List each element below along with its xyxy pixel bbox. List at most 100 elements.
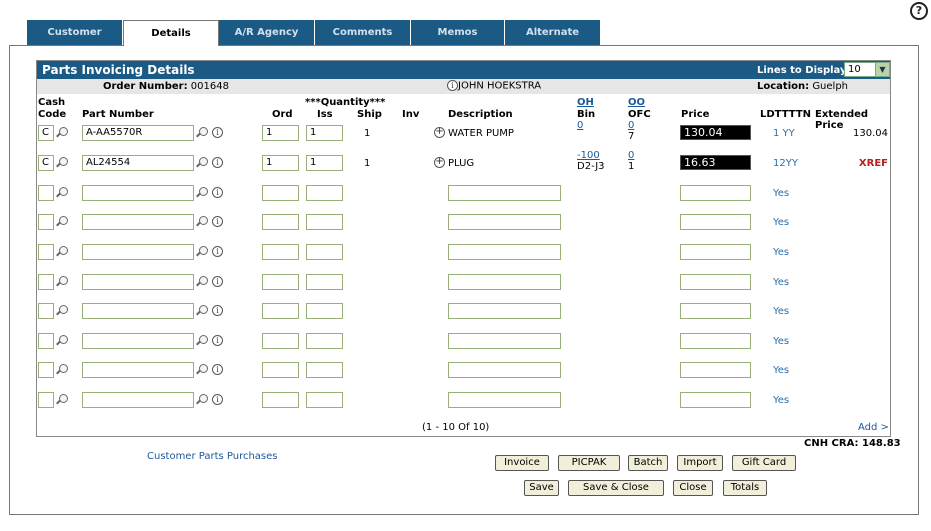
help-icon[interactable]: ? — [910, 2, 928, 20]
iss-input[interactable] — [306, 333, 343, 349]
search-icon[interactable] — [195, 216, 208, 228]
ldtttn-value[interactable]: Yes — [773, 395, 789, 406]
description-input[interactable] — [448, 214, 561, 230]
customer-parts-purchases-link[interactable]: Customer Parts Purchases — [147, 451, 278, 462]
iss-input[interactable] — [306, 185, 343, 201]
add-link[interactable]: Add > — [858, 422, 889, 433]
info-icon[interactable]: i — [212, 394, 223, 405]
info-icon[interactable]: i — [212, 187, 223, 198]
info-icon[interactable]: i — [212, 276, 223, 287]
import-button[interactable]: Import — [677, 455, 723, 471]
save-button[interactable]: Save — [524, 480, 559, 496]
description-input[interactable] — [448, 333, 561, 349]
ord-input[interactable] — [262, 274, 299, 290]
save-close-button[interactable]: Save & Close — [568, 480, 664, 496]
search-icon[interactable] — [195, 127, 208, 139]
part-number-input[interactable] — [82, 392, 194, 408]
cash-code-input[interactable] — [38, 214, 54, 230]
price-input[interactable] — [680, 362, 751, 378]
ldtttn-value[interactable]: Yes — [773, 277, 789, 288]
price-input[interactable] — [680, 392, 751, 408]
iss-input[interactable] — [306, 362, 343, 378]
oo-link[interactable]: 0 — [628, 120, 634, 131]
search-icon[interactable] — [55, 364, 68, 376]
search-icon[interactable] — [195, 246, 208, 258]
part-number-input[interactable] — [82, 362, 194, 378]
search-icon[interactable] — [195, 394, 208, 406]
cash-code-input[interactable] — [38, 362, 54, 378]
description-input[interactable] — [448, 392, 561, 408]
invoice-button[interactable]: Invoice — [495, 455, 549, 471]
iss-input[interactable] — [306, 244, 343, 260]
search-icon[interactable] — [55, 127, 68, 139]
part-number-input[interactable]: A-AA5570R — [82, 125, 194, 141]
part-number-input[interactable] — [82, 274, 194, 290]
plus-icon[interactable]: + — [434, 127, 445, 138]
ldtttn-value[interactable]: Yes — [773, 306, 789, 317]
search-icon[interactable] — [195, 157, 208, 169]
info-icon[interactable]: i — [212, 246, 223, 257]
description-input[interactable] — [448, 274, 561, 290]
totals-button[interactable]: Totals — [723, 480, 767, 496]
description-input[interactable] — [448, 362, 561, 378]
info-icon[interactable]: i — [212, 305, 223, 316]
cash-code-input[interactable]: C — [38, 155, 54, 171]
ord-input[interactable] — [262, 185, 299, 201]
iss-input[interactable] — [306, 392, 343, 408]
description-input[interactable] — [448, 303, 561, 319]
ldtttn-value[interactable]: Yes — [773, 336, 789, 347]
info-icon[interactable]: i — [212, 335, 223, 346]
info-icon[interactable]: i — [212, 216, 223, 227]
search-icon[interactable] — [55, 276, 68, 288]
search-icon[interactable] — [55, 394, 68, 406]
search-icon[interactable] — [195, 335, 208, 347]
ldtttn-value[interactable]: Yes — [773, 188, 789, 199]
search-icon[interactable] — [55, 216, 68, 228]
search-icon[interactable] — [55, 305, 68, 317]
cash-code-input[interactable] — [38, 244, 54, 260]
close-button[interactable]: Close — [673, 480, 713, 496]
cash-code-input[interactable] — [38, 392, 54, 408]
ord-input[interactable] — [262, 244, 299, 260]
iss-input[interactable] — [306, 303, 343, 319]
price-input[interactable] — [680, 244, 751, 260]
search-icon[interactable] — [195, 364, 208, 376]
price-input[interactable] — [680, 303, 751, 319]
gift-card-button[interactable]: Gift Card — [732, 455, 796, 471]
ord-input[interactable] — [262, 214, 299, 230]
ord-input[interactable] — [262, 392, 299, 408]
part-number-input[interactable] — [82, 333, 194, 349]
search-icon[interactable] — [55, 335, 68, 347]
tab-alternate-charge[interactable]: Alternate Charge — [505, 20, 601, 63]
ord-input[interactable] — [262, 333, 299, 349]
oh-link[interactable]: 0 — [577, 120, 583, 131]
tab-customer[interactable]: Customer — [27, 20, 123, 45]
description-input[interactable] — [448, 244, 561, 260]
iss-input[interactable] — [306, 274, 343, 290]
ord-input[interactable] — [262, 362, 299, 378]
ord-input[interactable]: 1 — [262, 125, 299, 141]
price-input[interactable]: 130.04 — [680, 125, 751, 140]
cash-code-input[interactable] — [38, 333, 54, 349]
iss-input[interactable] — [306, 214, 343, 230]
search-icon[interactable] — [195, 187, 208, 199]
tab-memos[interactable]: Memos — [411, 20, 505, 45]
part-number-input[interactable] — [82, 244, 194, 260]
ldtttn-value[interactable]: Yes — [773, 365, 789, 376]
search-icon[interactable] — [195, 305, 208, 317]
tab-ar-agency[interactable]: A/R Agency — [219, 20, 315, 45]
info-icon[interactable]: i — [212, 127, 223, 138]
search-icon[interactable] — [55, 157, 68, 169]
cash-code-input[interactable]: C — [38, 125, 54, 141]
search-icon[interactable] — [55, 246, 68, 258]
ldtttn-value[interactable]: Yes — [773, 217, 789, 228]
cash-code-input[interactable] — [38, 185, 54, 201]
oo-link[interactable]: 0 — [628, 150, 634, 161]
picpak-button[interactable]: PICPAK — [558, 455, 620, 471]
description-input[interactable] — [448, 185, 561, 201]
part-number-input[interactable] — [82, 214, 194, 230]
col-oh[interactable]: OH — [577, 97, 594, 108]
oh-link[interactable]: -100 — [577, 150, 600, 161]
plus-icon[interactable]: + — [434, 157, 445, 168]
price-input[interactable]: 16.63 — [680, 155, 751, 170]
